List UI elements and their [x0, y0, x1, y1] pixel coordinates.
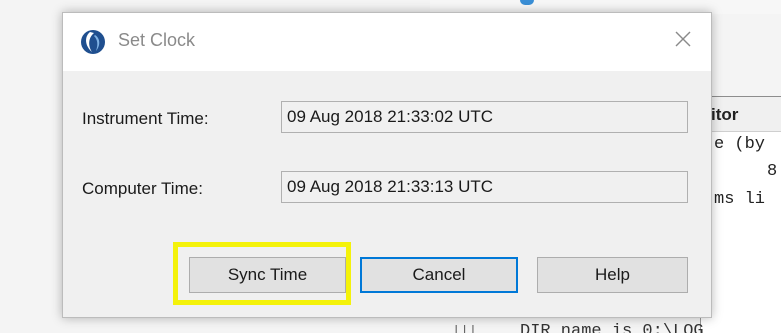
- computer-time-field: 09 Aug 2018 21:33:13 UTC: [281, 171, 688, 203]
- monitor-panel-header: itor: [701, 96, 781, 132]
- background-scroll-grip: |||: [452, 324, 478, 333]
- computer-time-label: Computer Time:: [82, 179, 203, 198]
- monitor-text-line: 8: [767, 162, 778, 181]
- monitor-text-line: ms li: [714, 190, 766, 209]
- sync-time-button[interactable]: Sync Time: [189, 257, 346, 293]
- cancel-button[interactable]: Cancel: [360, 257, 518, 293]
- close-icon: [674, 30, 692, 53]
- background-log-text: DIR name is 0:\LOG: [520, 322, 704, 333]
- background-bottom-strip: ||| DIR name is 0:\LOG: [452, 320, 781, 333]
- instrument-time-label: Instrument Time:: [82, 109, 209, 128]
- monitor-panel-title: itor: [711, 105, 739, 124]
- help-button[interactable]: Help: [537, 257, 688, 293]
- set-clock-dialog: Set Clock Instrument Time: 09 Aug 2018 2…: [62, 12, 712, 318]
- app-logo-icon: [80, 29, 106, 55]
- dialog-title: Set Clock: [118, 30, 196, 50]
- instrument-time-field: 09 Aug 2018 21:33:02 UTC: [281, 101, 688, 133]
- background-monitor-panel: itor: [700, 96, 781, 333]
- dialog-titlebar[interactable]: Set Clock: [63, 13, 711, 71]
- monitor-text-line: e (by: [714, 135, 766, 154]
- close-button[interactable]: [665, 25, 701, 57]
